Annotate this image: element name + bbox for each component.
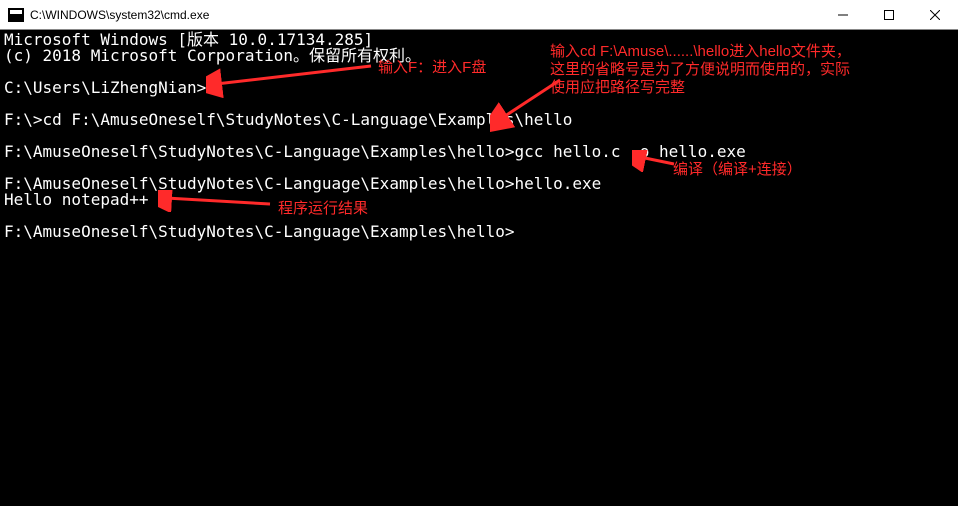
console-line: C:\Users\LiZhengNian>F:: [4, 78, 226, 97]
cmd-window: C:\WINDOWS\system32\cmd.exe Microsoft Wi…: [0, 0, 958, 506]
console-output[interactable]: Microsoft Windows [版本 10.0.17134.285] (c…: [0, 30, 958, 242]
cmd-icon: [8, 8, 24, 22]
window-controls: [820, 0, 958, 29]
window-title: C:\WINDOWS\system32\cmd.exe: [30, 8, 820, 22]
console-line: (c) 2018 Microsoft Corporation。保留所有权利。: [4, 46, 421, 65]
console-line: Hello notepad++: [4, 190, 149, 209]
console-line: F:\>cd F:\AmuseOneself\StudyNotes\C-Lang…: [4, 110, 572, 129]
titlebar[interactable]: C:\WINDOWS\system32\cmd.exe: [0, 0, 958, 30]
console-line: F:\AmuseOneself\StudyNotes\C-Language\Ex…: [4, 142, 746, 161]
console-line: F:\AmuseOneself\StudyNotes\C-Language\Ex…: [4, 222, 515, 241]
minimize-button[interactable]: [820, 0, 866, 29]
maximize-button[interactable]: [866, 0, 912, 29]
close-button[interactable]: [912, 0, 958, 29]
